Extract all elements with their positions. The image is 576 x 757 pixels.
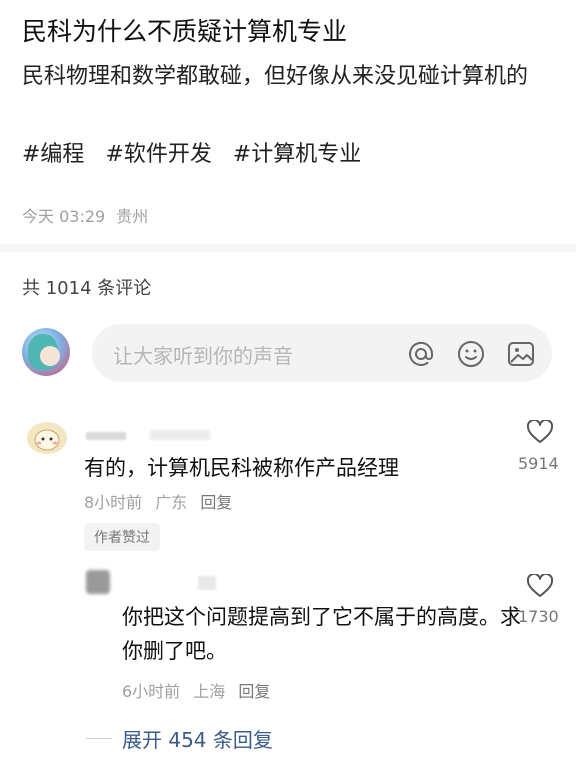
blurred-username [86,432,126,440]
emoji-icon[interactable] [456,339,486,369]
post-location: 贵州 [116,207,149,226]
reply-time: 6小时前 [122,682,181,701]
blurred-username [198,576,216,590]
reply-location: 上海 [193,682,226,701]
commenter-avatar[interactable] [24,420,70,456]
heart-icon[interactable] [527,574,553,598]
heart-icon[interactable] [527,420,553,444]
comment-time: 8小时前 [84,493,143,512]
post-body: 民科物理和数学都敢碰，但好像从来没见碰计算机的 [22,64,529,89]
tag-coding[interactable]: #编程 [22,142,84,167]
post-title: 民科为什么不质疑计算机专业 [22,17,348,46]
comment-meta: 8小时前 广东 回复 [84,489,240,513]
at-icon[interactable] [406,339,436,369]
section-divider [0,244,576,252]
my-avatar [22,328,70,376]
post-tags: #编程 #软件开发 #计算机专业 [22,136,375,168]
reply-button[interactable]: 回复 [238,682,270,701]
image-icon[interactable] [506,339,536,369]
tag-software-dev[interactable]: #软件开发 [105,142,211,167]
reply-avatar[interactable] [86,570,110,594]
comment-text: 有的，计算机民科被称作产品经理 [84,456,399,480]
post-meta: 今天 03:29 贵州 [22,203,148,227]
expand-replies-button[interactable]: 展开 454 条回复 [122,724,273,753]
reply-text: 你把这个问题提高到了它不属于的高度。求你删了吧。 [122,605,521,663]
author-liked-badge: 作者赞过 [84,523,160,551]
reply-button[interactable]: 回复 [200,493,232,512]
reply-meta: 6小时前 上海 回复 [122,678,278,702]
like-count: 1730 [518,607,559,626]
expand-divider [86,738,112,739]
comment-count: 共 1014 条评论 [22,278,152,299]
post-time: 今天 03:29 [22,207,106,226]
blurred-username [150,430,210,440]
like-count: 5914 [518,454,559,473]
comment-location: 广东 [155,493,188,512]
comment-input-placeholder: 让大家听到你的声音 [113,344,293,368]
tag-cs-major[interactable]: #计算机专业 [233,142,361,167]
